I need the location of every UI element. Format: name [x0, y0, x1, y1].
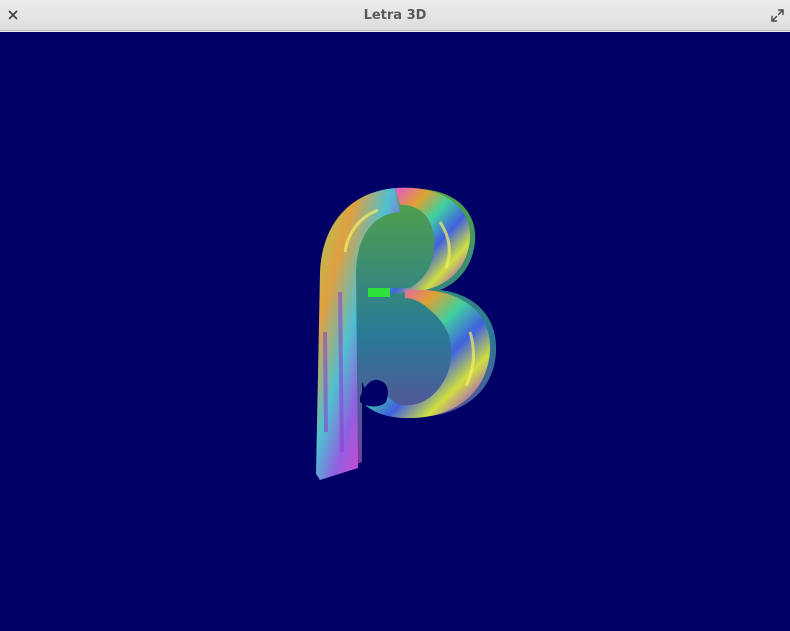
maximize-button[interactable]: [768, 6, 786, 24]
app-window: Letra 3D: [0, 0, 790, 631]
maximize-icon: [770, 8, 784, 22]
title-bar[interactable]: Letra 3D: [0, 0, 790, 31]
window-title: Letra 3D: [363, 8, 427, 23]
render-viewport[interactable]: [0, 32, 790, 631]
glyph-crossbar: [368, 288, 390, 297]
scene-canvas: [0, 32, 790, 631]
